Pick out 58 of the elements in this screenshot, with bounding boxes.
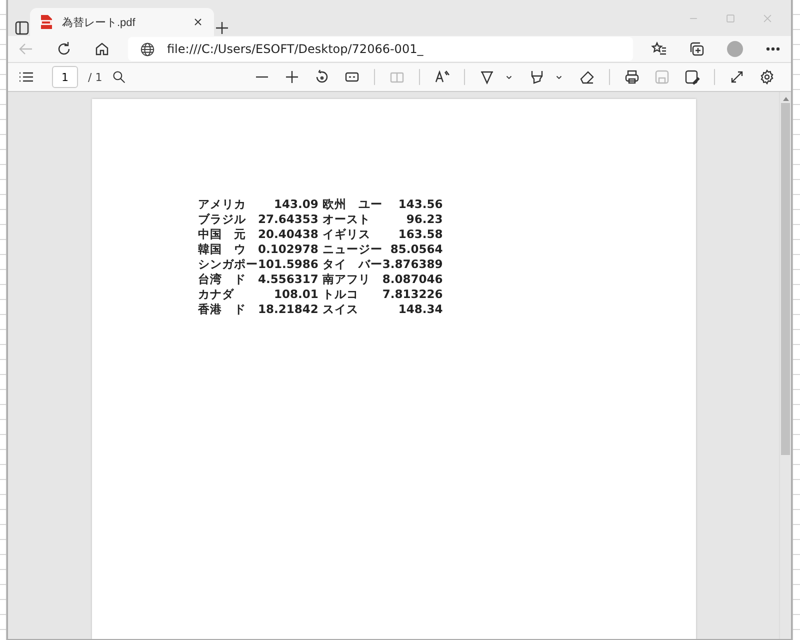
- address-field[interactable]: file:///C:/Users/ESOFT/Desktop/72066-001_: [128, 37, 633, 61]
- table-cell-text: ブラジル: [198, 212, 247, 227]
- search-icon[interactable]: [112, 70, 126, 84]
- table-cell: ニュージー: [322, 242, 382, 257]
- scrollbar[interactable]: [779, 92, 791, 639]
- table-cell-text: スイス: [322, 302, 360, 317]
- highlight-icon[interactable]: [529, 69, 545, 85]
- fullscreen-icon[interactable]: [729, 69, 745, 85]
- table-cell-text: 香港 ド: [198, 302, 247, 317]
- save-as-icon[interactable]: [684, 69, 700, 85]
- globe-icon: [140, 42, 155, 56]
- table-cell-text: 101.5986: [258, 257, 320, 272]
- scroll-thumb[interactable]: [781, 103, 790, 455]
- table-cell-text: 南アフリ: [322, 272, 372, 287]
- table-cell-text: 163.58: [397, 227, 444, 242]
- table-cell-text: 148.34: [397, 302, 444, 317]
- table-cell: タイ バー: [322, 257, 382, 272]
- page-number-field[interactable]: 1: [52, 66, 78, 88]
- table-cell: 4.556317: [258, 272, 322, 287]
- refresh-icon[interactable]: [56, 41, 72, 57]
- table-cell-text: 中国 元: [198, 227, 247, 242]
- draw-icon[interactable]: [479, 69, 495, 85]
- table-cell-text: 3.876389: [382, 257, 444, 272]
- zoom-in-icon[interactable]: [284, 69, 300, 85]
- table-cell-text: 韓国 ウ: [198, 242, 247, 257]
- table-cell-text: イギリス: [322, 227, 372, 242]
- print-icon[interactable]: [624, 69, 640, 85]
- table-cell-text: 台湾 ド: [198, 272, 247, 287]
- table-cell-text: 143.56: [397, 197, 444, 212]
- table-cell: 欧州 ユー: [322, 197, 382, 212]
- table-cell: シンガポー: [198, 257, 258, 272]
- table-cell-text: オースト: [322, 212, 372, 227]
- table-cell: 143.09: [258, 197, 322, 212]
- home-icon[interactable]: [94, 41, 110, 57]
- close-icon[interactable]: [192, 16, 204, 28]
- new-tab-icon[interactable]: [214, 20, 230, 36]
- tabs-icon[interactable]: [14, 20, 30, 36]
- collections-icon[interactable]: [689, 41, 705, 57]
- pdf-file-icon: [40, 15, 52, 29]
- table-cell-text: 96.23: [405, 212, 444, 227]
- table-cell-text: 0.102978: [258, 242, 320, 257]
- table-cell: 27.64353: [258, 212, 322, 227]
- table-cell-text: 7.813226: [382, 287, 444, 302]
- table-cell-text: アメリカ: [198, 197, 247, 212]
- table-cell-text: トルコ: [322, 287, 360, 302]
- rotate-icon[interactable]: [314, 69, 330, 85]
- eraser-icon[interactable]: [579, 69, 595, 85]
- table-cell-text: 8.087046: [382, 272, 444, 287]
- read-aloud-icon[interactable]: [434, 69, 450, 85]
- page-count: / 1: [88, 70, 102, 84]
- settings-icon[interactable]: [759, 69, 775, 85]
- table-cell: 18.21842: [258, 302, 322, 317]
- table-cell: 20.40438: [258, 227, 322, 242]
- table-cell-text: 108.01: [273, 287, 320, 302]
- favorites-icon[interactable]: [651, 41, 667, 57]
- browser-tab[interactable]: 為替レート.pdf: [30, 8, 214, 36]
- table-cell-text: 85.0564: [389, 242, 444, 257]
- table-cell-text: カナダ: [198, 287, 235, 302]
